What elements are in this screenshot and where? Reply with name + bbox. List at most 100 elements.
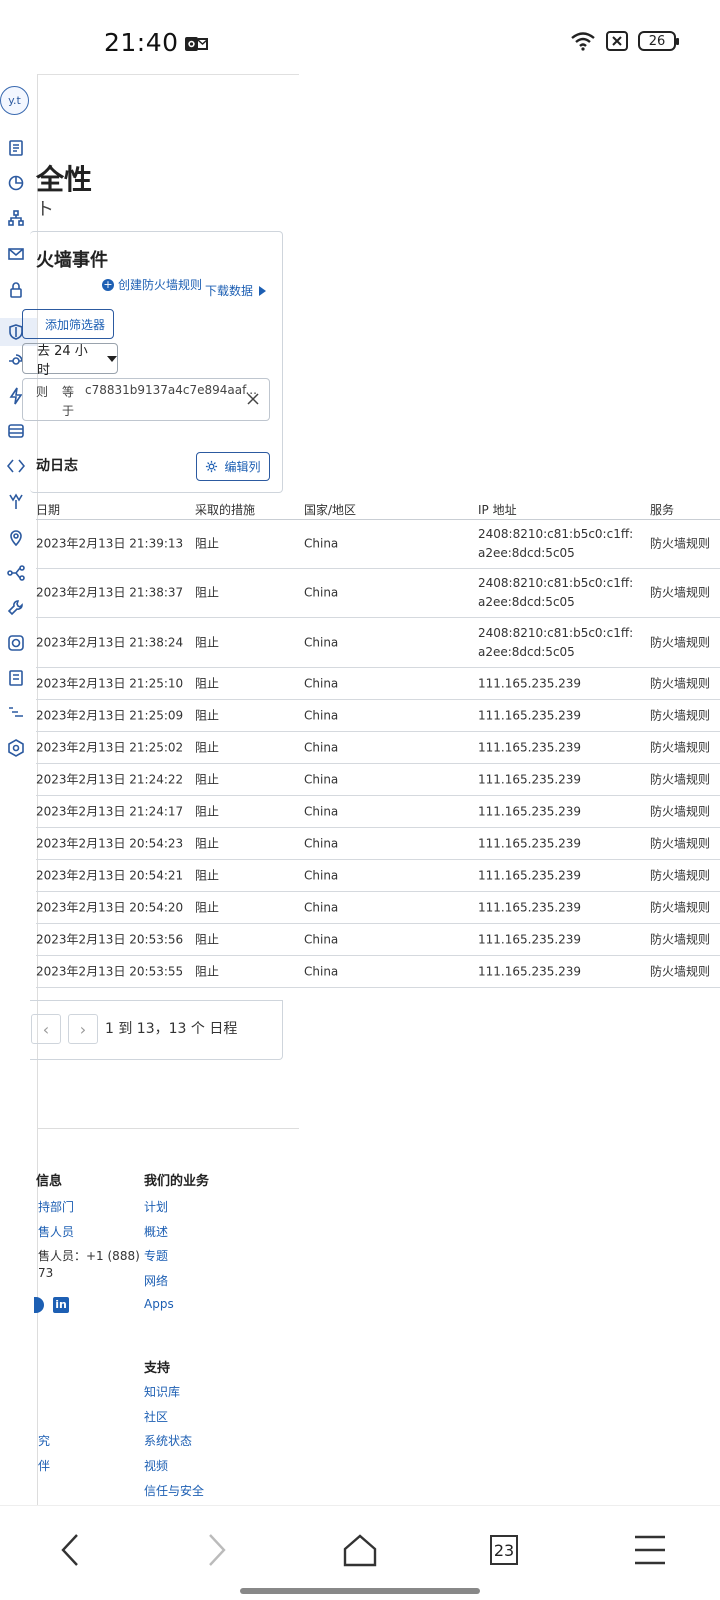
card-title: 火墙事件 xyxy=(36,250,108,271)
back-icon[interactable] xyxy=(50,1530,90,1570)
sidebar-network-pin-icon[interactable] xyxy=(7,529,25,547)
facebook-icon[interactable] xyxy=(34,1297,44,1313)
sidebar-logs-icon[interactable] xyxy=(7,704,25,722)
header-action[interactable]: 采取的措施 xyxy=(195,501,255,520)
table-row[interactable]: 2023年2月13日 20:53:56 阻止 China 111.165.235.23… xyxy=(36,924,720,956)
footer-link-videos[interactable]: 视频 xyxy=(144,1457,168,1474)
footer-link-support[interactable]: 持部门 xyxy=(38,1198,74,1215)
table-row[interactable]: 2023年2月13日 21:38:37 阻止 China 2408:8210:c81:… xyxy=(36,569,720,618)
avatar[interactable]: y.t xyxy=(0,86,29,115)
cell-action: 阻止 xyxy=(195,932,220,946)
sidebar-rules-icon[interactable] xyxy=(7,493,25,511)
sidebar-dns-icon[interactable] xyxy=(7,209,25,227)
sidebar-scrape-shield-icon[interactable] xyxy=(7,669,25,687)
table-row[interactable]: 2023年2月13日 20:53:55 阻止 China 111.165.235.23… xyxy=(36,956,720,988)
table-row[interactable]: 2023年2月13日 21:25:09 阻止 China 111.165.235.23… xyxy=(36,700,720,732)
table-row[interactable]: 2023年2月13日 21:38:24 阻止 China 2408:8210:c81:… xyxy=(36,618,720,668)
home-icon[interactable] xyxy=(340,1530,380,1570)
filter-operator: 等于 xyxy=(62,385,75,418)
cell-ip: 2408:8210:c81:b5c0:c1ff:a2ee:8dcd:5c05 xyxy=(478,527,634,560)
table-row[interactable]: 2023年2月13日 21:24:22 阻止 China 111.165.235.23… xyxy=(36,764,720,796)
cell-country: China xyxy=(304,836,339,850)
footer-link-sales[interactable]: 售人员 xyxy=(38,1223,74,1240)
cell-action: 阻止 xyxy=(195,585,220,600)
cell-service: 防火墙规则 xyxy=(650,900,711,914)
cell-service: 防火墙规则 xyxy=(650,772,711,786)
edit-columns-button[interactable]: 编辑列 xyxy=(196,452,270,481)
table-row[interactable]: 2023年2月13日 20:54:21 阻止 China 111.165.235.23… xyxy=(36,860,720,892)
footer-link-research[interactable]: 究 xyxy=(38,1432,50,1449)
sidebar-email-icon[interactable] xyxy=(7,245,25,263)
cell-ip: 111.165.235.239 xyxy=(478,900,582,914)
footer-link-plans[interactable]: 计划 xyxy=(144,1198,168,1215)
tabs-icon[interactable]: 23 xyxy=(484,1530,524,1570)
table-row[interactable]: 2023年2月13日 21:25:10 阻止 China 111.165.235.23… xyxy=(36,668,720,700)
cell-service: 防火墙规则 xyxy=(650,964,711,978)
sidebar-zaraz-icon[interactable] xyxy=(7,739,25,757)
status-time: 21:40 xyxy=(104,28,179,57)
footer-link-features[interactable]: 专题 xyxy=(144,1247,168,1264)
footer-business-heading: 我们的业务 xyxy=(144,1174,210,1189)
cell-country: China xyxy=(304,868,339,882)
header-ip[interactable]: IP 地址 xyxy=(478,501,636,520)
cell-action: 阻止 xyxy=(195,740,220,754)
sidebar-overview-icon[interactable] xyxy=(7,139,25,157)
cell-date: 2023年2月13日 21:25:02 xyxy=(36,740,184,754)
table-row[interactable]: 2023年2月13日 21:24:17 阻止 China 111.165.235.23… xyxy=(36,796,720,828)
sidebar-workers-icon[interactable] xyxy=(6,457,26,475)
cell-service: 防火墙规则 xyxy=(650,804,711,818)
cell-service: 防火墙规则 xyxy=(650,932,711,946)
add-filter-button[interactable]: 添加筛选器 xyxy=(22,309,114,339)
next-page-button[interactable]: › xyxy=(68,1014,98,1044)
sidebar-traffic-icon[interactable] xyxy=(7,564,25,582)
gear-icon xyxy=(206,460,218,473)
time-range-select[interactable]: 去 24 小时 xyxy=(22,343,118,378)
footer-link-trust[interactable]: 信任与安全 xyxy=(144,1482,204,1499)
cell-date: 2023年2月13日 21:38:24 xyxy=(36,635,184,649)
download-data-link[interactable]: 下载数据 xyxy=(205,282,267,299)
sidebar-apps-icon[interactable] xyxy=(7,634,25,652)
cell-ip: 2408:8210:c81:b5c0:c1ff:a2ee:8dcd:5c05 xyxy=(478,625,634,659)
forward-icon[interactable] xyxy=(197,1530,237,1570)
table-row[interactable]: 2023年2月13日 20:54:20 阻止 China 111.165.235.23… xyxy=(36,892,720,924)
cell-date: 2023年2月13日 20:54:23 xyxy=(36,836,184,850)
cell-country: China xyxy=(304,635,339,649)
table-row[interactable]: 2023年2月13日 20:54:23 阻止 China 111.165.235.23… xyxy=(36,828,720,860)
sidebar-custom-pages-wrench-icon[interactable] xyxy=(7,599,25,617)
footer-link-partners[interactable]: 伴 xyxy=(38,1457,50,1474)
cell-ip: 111.165.235.239 xyxy=(478,964,582,978)
footer-link-apps[interactable]: Apps xyxy=(144,1297,174,1311)
linkedin-icon[interactable]: in xyxy=(53,1297,69,1313)
cell-date: 2023年2月13日 21:38:37 xyxy=(36,585,184,600)
cell-ip: 111.165.235.239 xyxy=(478,836,582,850)
cell-action: 阻止 xyxy=(195,536,220,551)
create-firewall-rule-link[interactable]: + 创建防火墙规则 xyxy=(102,276,202,293)
sidebar-analytics-icon[interactable] xyxy=(7,174,25,192)
prev-page-button[interactable]: ‹ xyxy=(31,1014,61,1044)
sidebar-ssl-lock-icon[interactable] xyxy=(7,281,25,299)
header-country[interactable]: 国家/地区 xyxy=(304,501,356,520)
close-icon[interactable] xyxy=(246,391,260,405)
cell-date: 2023年2月13日 21:24:22 xyxy=(36,772,184,786)
menu-icon[interactable] xyxy=(630,1530,670,1570)
cell-action: 阻止 xyxy=(195,708,220,722)
footer-link-community[interactable]: 社区 xyxy=(144,1408,168,1425)
cell-ip: 111.165.235.239 xyxy=(478,804,582,818)
header-service[interactable]: 服务 xyxy=(650,501,674,520)
footer-link-kb[interactable]: 知识库 xyxy=(144,1383,180,1400)
cell-ip: 111.165.235.239 xyxy=(478,740,582,754)
sidebar-caching-icon[interactable] xyxy=(7,422,25,440)
footer-link-overview[interactable]: 概述 xyxy=(144,1223,168,1240)
table-row[interactable]: 2023年2月13日 21:25:02 阻止 China 111.165.235.23… xyxy=(36,732,720,764)
activity-log-title: 动日志 xyxy=(36,458,78,474)
no-sim-icon xyxy=(606,31,628,51)
cell-ip: 111.165.235.239 xyxy=(478,708,582,722)
table-row[interactable]: 2023年2月13日 21:39:13 阻止 China 2408:8210:c81:… xyxy=(36,520,720,569)
page-subtitle: ト xyxy=(36,199,54,220)
cell-action: 阻止 xyxy=(195,964,220,978)
footer-link-status[interactable]: 系统状态 xyxy=(144,1432,192,1449)
cell-action: 阻止 xyxy=(195,676,220,690)
footer-link-network[interactable]: 网络 xyxy=(144,1272,168,1289)
header-date[interactable]: 日期 xyxy=(36,501,60,520)
header-divider xyxy=(37,74,299,75)
